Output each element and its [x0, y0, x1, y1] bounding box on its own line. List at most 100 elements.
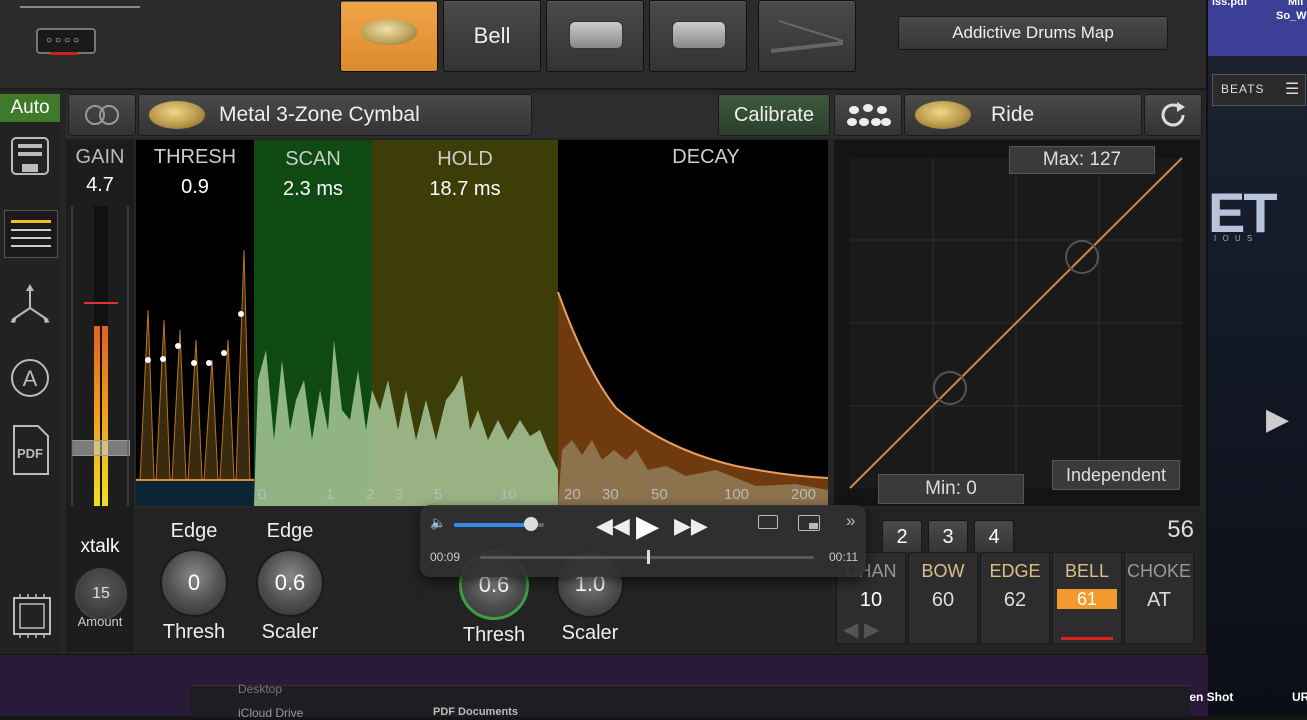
ride-cymbal-icon — [915, 101, 971, 129]
zone-bow-title: BOW — [921, 561, 965, 581]
drum-pads-icon[interactable] — [834, 94, 902, 136]
zone-button-2[interactable]: 2 — [882, 520, 922, 554]
edge-thresh-caption: Thresh — [162, 621, 226, 643]
auto-button[interactable]: Auto — [0, 94, 60, 122]
refresh-icon[interactable] — [1144, 94, 1202, 136]
zone-choke[interactable]: CHOKE AT — [1124, 552, 1194, 644]
time-axis-tick: 200 — [791, 486, 817, 503]
link-icon[interactable] — [68, 94, 136, 136]
pad-cymbal-button[interactable] — [340, 0, 438, 72]
time-axis-tick: 1 — [326, 486, 335, 503]
edge-scaler-knob[interactable]: 0.6 — [256, 549, 324, 617]
time-axis-tick: 0 — [258, 486, 267, 503]
background-window: iss.pdf Mii So_W BEATS ☰ ET I O U S ▶ re… — [1178, 0, 1307, 716]
time-axis-tick: 5 — [434, 486, 443, 503]
gain-label: GAIN — [75, 146, 125, 168]
pad-header: Metal 3-Zone Cymbal Calibrate Ride — [66, 94, 1202, 138]
pedal-icon — [771, 20, 844, 53]
finder-pdf-docs[interactable]: PDF Documents — [433, 706, 518, 718]
edge-scaler-caption: Scaler — [261, 621, 319, 643]
media-controls-overlay: 🔈 ◀◀ ▶ ▶▶ » 00:09 00:11 — [420, 505, 866, 577]
bg-file-name-2: Mii — [1288, 0, 1304, 8]
pad-snare-button[interactable] — [546, 0, 644, 72]
cymbal-icon — [361, 19, 417, 45]
pad-name: Metal 3-Zone Cymbal — [219, 103, 420, 126]
zone-edge[interactable]: EDGE 62 — [980, 552, 1050, 644]
chan-arrows-icon[interactable]: ◀ ▶ — [843, 617, 879, 642]
volume-slider[interactable] — [454, 517, 544, 531]
pip-icon[interactable] — [798, 515, 820, 531]
expand-icon[interactable]: » — [846, 511, 855, 531]
time-axis-tick: 100 — [724, 486, 750, 503]
finder-desktop[interactable]: Desktop — [238, 682, 282, 696]
time-axis-tick: 20 — [564, 486, 581, 503]
xtalk-knob[interactable]: 15 — [75, 568, 127, 620]
play-next-icon[interactable]: ▶ — [1266, 402, 1289, 437]
pdf-manual-icon[interactable]: PDF — [8, 425, 52, 475]
volume-icon[interactable]: 🔈 — [430, 515, 446, 531]
pad-tom-button[interactable] — [649, 0, 747, 72]
velocity-curve-plot[interactable] — [834, 140, 1200, 506]
slider-track[interactable] — [20, 6, 140, 8]
velocity-curve: Max: 127 Min: 0 Independent — [834, 140, 1200, 506]
pad-pedal-button[interactable] — [758, 0, 856, 72]
snare-icon — [569, 21, 623, 49]
routing-icon[interactable] — [8, 282, 52, 326]
time-axis-tick: 2 — [366, 486, 375, 503]
drums-map-button[interactable]: Addictive Drums Map — [898, 16, 1168, 50]
min-velocity[interactable]: Min: 0 — [878, 474, 1024, 504]
play-icon[interactable]: ▶ — [636, 509, 659, 544]
zone-mapping-panel: 2 3 4 56 CHAN 10 ◀ ▶ BOW 60 EDGE 62 BELL… — [834, 508, 1202, 654]
hold-value[interactable]: 18.7 ms — [372, 178, 558, 201]
zone-button-4[interactable]: 4 — [974, 520, 1014, 554]
pad-selector-strip: ○○○○ Bell Addictive Drums Map — [0, 0, 1206, 90]
menu-list-icon[interactable] — [4, 210, 58, 258]
thresh-label: THRESH — [153, 146, 237, 168]
progress-scrubber[interactable] — [480, 550, 814, 564]
bell-button[interactable]: Bell — [443, 0, 541, 72]
save-icon[interactable] — [8, 134, 52, 178]
svg-text:PDF: PDF — [17, 446, 43, 461]
activity-indicator — [50, 52, 78, 55]
pad-type-selector[interactable]: Metal 3-Zone Cymbal — [138, 94, 532, 136]
zone-bow[interactable]: BOW 60 — [908, 552, 978, 644]
calibrate-button[interactable]: Calibrate — [718, 94, 830, 136]
zone-button-3[interactable]: 3 — [928, 520, 968, 554]
thresh-value[interactable]: 0.9 — [136, 176, 254, 199]
zone-bow-value: 60 — [931, 589, 955, 611]
instrument-name: Ride — [991, 103, 1035, 126]
chip-icon[interactable] — [8, 594, 52, 638]
rewind-icon[interactable]: ◀◀ — [596, 513, 630, 539]
note-number: 56 — [1167, 516, 1194, 543]
independent-toggle[interactable]: Independent — [1052, 460, 1180, 490]
max-velocity[interactable]: Max: 127 — [1009, 146, 1155, 174]
cymbal-icon — [149, 101, 205, 129]
zone-chan-value: 10 — [859, 589, 883, 611]
zone-choke-value: AT — [1146, 589, 1172, 611]
elapsed-time: 00:09 — [430, 550, 461, 564]
edge-thresh-knob[interactable]: 0 — [160, 549, 228, 617]
menu-icon[interactable]: ☰ — [1285, 79, 1299, 99]
zone-bell[interactable]: BELL 61 — [1052, 552, 1122, 644]
scan-value[interactable]: 2.3 ms — [254, 178, 372, 201]
fast-forward-icon[interactable]: ▶▶ — [674, 513, 708, 539]
xtalk-label: xtalk — [80, 536, 120, 557]
automation-icon[interactable]: A — [8, 356, 52, 400]
time-axis-tick: 3 — [395, 486, 404, 503]
finder-window: Desktop iCloud Drive PDF Documents — [190, 682, 1190, 720]
time-axis-tick: 10 — [500, 486, 517, 503]
gain-scale — [71, 206, 129, 506]
time-axis-tick: 30 — [602, 486, 619, 503]
midi-interface-icon[interactable]: ○○○○ — [36, 28, 96, 54]
bg-file-name-3: So_W — [1276, 10, 1307, 22]
scan-label: SCAN — [285, 148, 341, 170]
airplay-icon[interactable] — [758, 515, 778, 529]
decay-label: DECAY — [672, 146, 740, 168]
edge-thresh-control: Edge 0 Thresh — [158, 520, 230, 644]
finder-icloud[interactable]: iCloud Drive — [238, 706, 303, 720]
edge-thresh-title: Edge — [170, 520, 218, 542]
instrument-selector[interactable]: Ride — [904, 94, 1142, 136]
gain-value: 4.7 — [86, 174, 114, 196]
calibrate-label: Calibrate — [733, 103, 815, 126]
trigger-graph: THRESH 0.9 SCAN 2.3 ms HOLD 18.7 ms DECA… — [136, 140, 828, 506]
